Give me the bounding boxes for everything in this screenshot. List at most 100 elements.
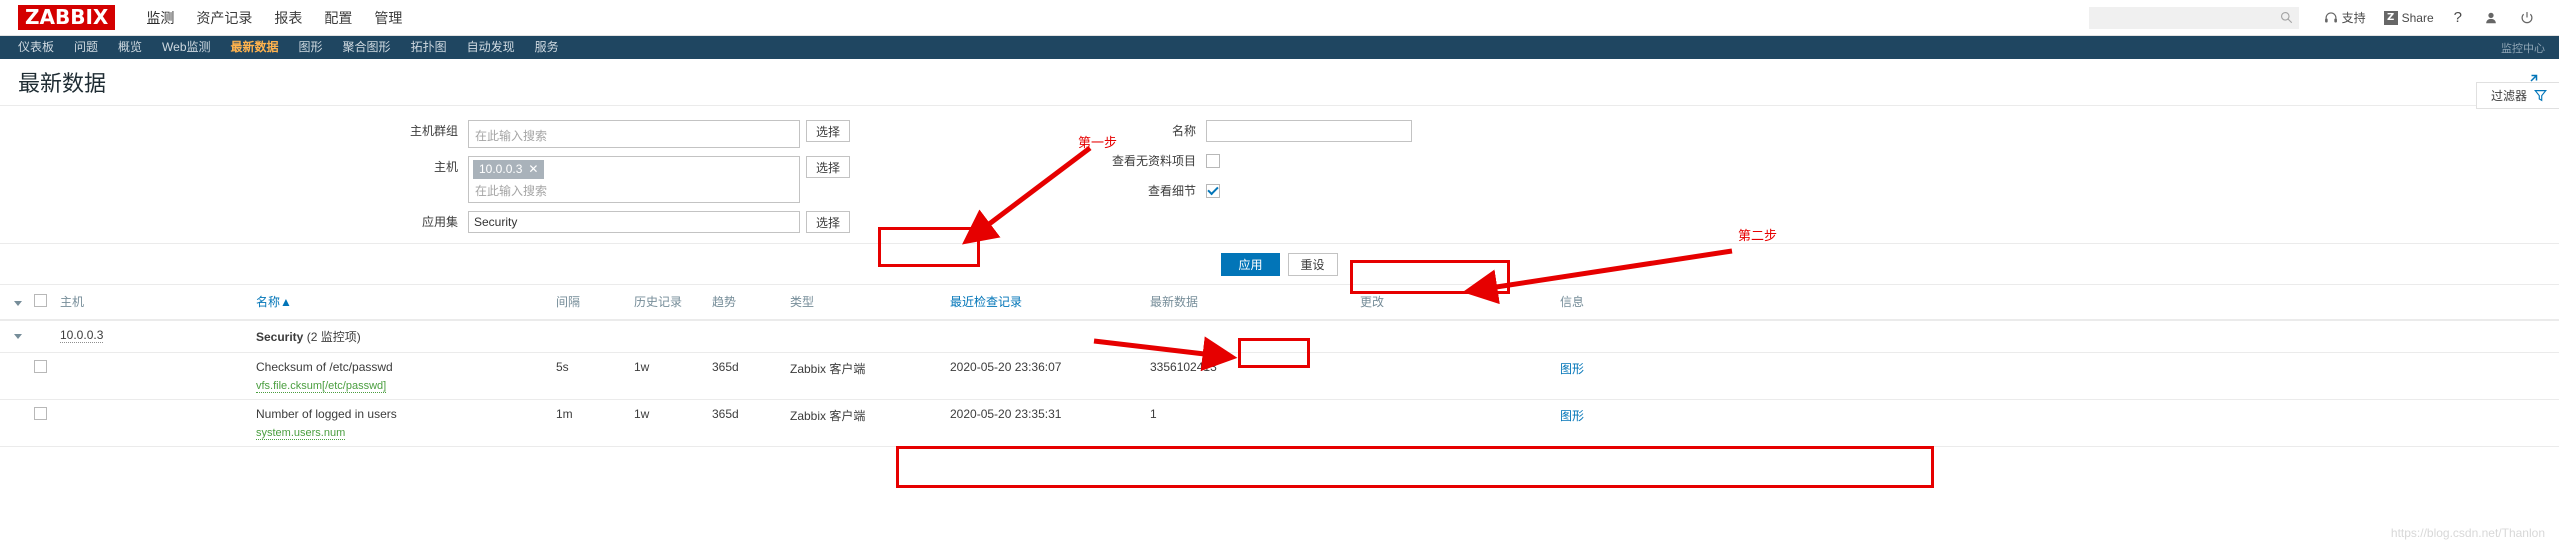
reset-button[interactable]: 重设 xyxy=(1287,253,1338,276)
header-history: 历史记录 xyxy=(628,285,706,321)
sidebar-item-dashboard[interactable]: 仪表板 xyxy=(8,36,64,59)
sidebar-item-overview[interactable]: 概览 xyxy=(108,36,152,59)
row-last-check: 2020-05-20 23:36:07 xyxy=(944,352,1144,400)
zabbix-logo[interactable]: ZABBIX xyxy=(18,5,116,30)
item-key-link[interactable]: system.users.num xyxy=(256,427,346,440)
sidebar-item-discovery[interactable]: 自动发现 xyxy=(457,36,525,59)
graph-link[interactable]: 图形 xyxy=(1560,362,1584,376)
top-header: ZABBIX 监测 资产记录 报表 配置 管理 支持 Z Share ? xyxy=(0,0,2559,44)
host-placeholder: 在此输入搜索 xyxy=(475,184,548,198)
headset-icon xyxy=(2324,11,2337,23)
application-item-count: (2 监控项) xyxy=(306,330,361,344)
host-group-multiselect[interactable]: 在此输入搜索 xyxy=(468,120,800,148)
row-name-cell: Number of logged in users system.users.n… xyxy=(250,399,550,447)
application-input[interactable] xyxy=(468,211,800,233)
filter-row-application: 应用集 选择 xyxy=(360,211,850,233)
main-nav-item-reports[interactable]: 报表 xyxy=(263,0,313,36)
filter-row-name: 名称 xyxy=(1046,120,1412,142)
search-input[interactable] xyxy=(2094,10,2280,25)
main-nav-item-configuration[interactable]: 配置 xyxy=(313,0,363,36)
filter-row-without-data: 查看无资料项目 xyxy=(1046,150,1412,172)
host-chip-label: 10.0.0.3 xyxy=(479,162,523,176)
sidebar-item-web-monitoring[interactable]: Web监测 xyxy=(152,36,220,59)
support-button[interactable]: 支持 xyxy=(2315,9,2375,26)
filter-tab-button[interactable]: 过滤器 xyxy=(2475,82,2559,109)
row-trends: 365d xyxy=(706,399,784,447)
latest-data-table: 主机 名称▲ 间隔 历史记录 趋势 类型 最近检查记录 最新数据 更改 信息 1… xyxy=(0,285,2559,447)
item-key-link[interactable]: vfs.file.cksum[/etc/passwd] xyxy=(256,380,387,393)
select-all-checkbox[interactable] xyxy=(34,293,47,307)
sidebar-item-graphs[interactable]: 图形 xyxy=(289,36,333,59)
row-last-check: 2020-05-20 23:35:31 xyxy=(944,399,1144,447)
header-interval: 间隔 xyxy=(550,285,628,321)
show-without-data-label: 查看无资料项目 xyxy=(1111,154,1196,168)
row-checkbox[interactable] xyxy=(34,360,47,373)
group-name-cell: Security (2 监控项) xyxy=(250,320,2559,353)
filter-row-host-group: 主机群组 在此输入搜索 选择 xyxy=(360,120,850,148)
close-icon[interactable]: ✕ xyxy=(528,161,538,177)
logout-button[interactable] xyxy=(2509,11,2545,25)
row-host xyxy=(54,399,250,447)
row-name-cell: Checksum of /etc/passwd vfs.file.cksum[/… xyxy=(250,352,550,400)
row-checkbox-cell[interactable] xyxy=(28,352,54,400)
main-nav-item-administration[interactable]: 管理 xyxy=(363,0,413,36)
application-select-button[interactable]: 选择 xyxy=(806,211,850,233)
header-last-check[interactable]: 最近检查记录 xyxy=(944,285,1144,321)
host-select-button[interactable]: 选择 xyxy=(806,156,850,178)
sidebar-item-latest-data[interactable]: 最新数据 xyxy=(221,36,289,59)
item-name: Checksum of /etc/passwd xyxy=(256,360,393,374)
host-chip[interactable]: 10.0.0.3 ✕ xyxy=(473,160,545,179)
header-name[interactable]: 名称▲ xyxy=(250,285,550,321)
global-search-box[interactable] xyxy=(2088,6,2299,29)
host-link[interactable]: 10.0.0.3 xyxy=(60,328,104,343)
group-checkbox-cell xyxy=(28,320,54,353)
graph-link[interactable]: 图形 xyxy=(1560,409,1584,423)
group-expand-toggle[interactable] xyxy=(0,320,28,353)
row-checkbox[interactable] xyxy=(34,407,47,420)
host-multiselect[interactable]: 10.0.0.3 ✕ 在此输入搜索 xyxy=(468,156,800,203)
sidebar-item-maps[interactable]: 拓扑图 xyxy=(401,36,457,59)
help-button[interactable]: ? xyxy=(2443,9,2473,26)
row-type: Zabbix 客户端 xyxy=(784,399,944,447)
chevron-down-icon[interactable] xyxy=(14,334,22,339)
header-host: 主机 xyxy=(54,285,250,321)
user-profile-button[interactable] xyxy=(2473,11,2509,25)
row-checkbox-cell[interactable] xyxy=(28,399,54,447)
row-info-cell: 图形 xyxy=(1554,352,2559,400)
header-select-all[interactable] xyxy=(28,285,54,321)
sidebar-item-screens[interactable]: 聚合图形 xyxy=(333,36,401,59)
row-interval: 5s xyxy=(550,352,628,400)
apply-button[interactable]: 应用 xyxy=(1221,253,1280,276)
header-last-data: 最新数据 xyxy=(1144,285,1354,321)
row-trends: 365d xyxy=(706,352,784,400)
host-group-select-button[interactable]: 选择 xyxy=(806,120,850,142)
row-history: 1w xyxy=(628,352,706,400)
chevron-down-icon[interactable] xyxy=(14,300,22,306)
sidebar-item-problems[interactable]: 问题 xyxy=(64,36,108,59)
page-title: 最新数据 xyxy=(18,71,107,96)
share-button[interactable]: Z Share xyxy=(2375,10,2443,25)
header-expand-toggle[interactable] xyxy=(0,285,28,321)
filter-funnel-icon xyxy=(2534,90,2547,102)
filter-action-buttons: 应用 重设 xyxy=(0,243,2559,276)
table-group-row: 10.0.0.3 Security (2 监控项) xyxy=(0,320,2559,353)
zabbix-share-icon: Z xyxy=(2383,10,2398,25)
show-details-checkbox[interactable] xyxy=(1206,184,1220,198)
sidebar-item-services[interactable]: 服务 xyxy=(525,36,569,59)
filter-row-host: 主机 10.0.0.3 ✕ 在此输入搜索 选择 xyxy=(360,156,850,203)
row-last-data: 3356102413 xyxy=(1144,352,1354,400)
row-host xyxy=(54,352,250,400)
header-change: 更改 xyxy=(1354,285,1554,321)
main-nav-item-inventory[interactable]: 资产记录 xyxy=(185,0,263,36)
user-profile-icon xyxy=(2486,12,2496,23)
show-without-data-checkbox[interactable] xyxy=(1206,154,1220,168)
filter-left-column: 主机群组 在此输入搜索 选择 主机 10.0.0.3 ✕ 在此输入搜索 选择 应… xyxy=(360,120,850,233)
host-label: 主机 xyxy=(433,160,458,174)
main-nav-item-monitoring[interactable]: 监测 xyxy=(135,0,185,44)
application-group-name: Security xyxy=(256,330,304,344)
page-header: 最新数据 xyxy=(0,59,2559,105)
table-header: 主机 名称▲ 间隔 历史记录 趋势 类型 最近检查记录 最新数据 更改 信息 xyxy=(0,285,2559,321)
header-right-tools: 支持 Z Share ? xyxy=(2088,6,2545,29)
table-body: 10.0.0.3 Security (2 监控项) Checksum of /e… xyxy=(0,320,2559,447)
name-filter-input[interactable] xyxy=(1206,120,1412,142)
